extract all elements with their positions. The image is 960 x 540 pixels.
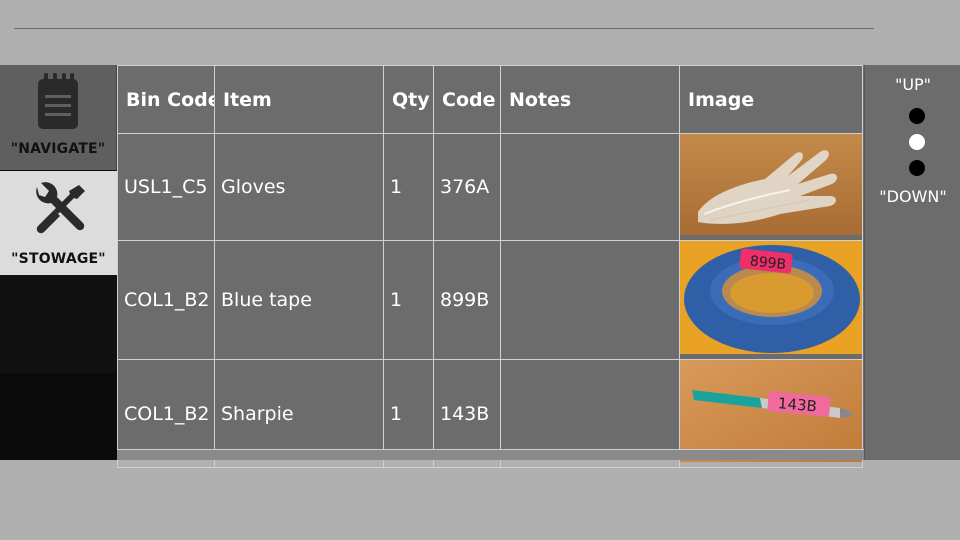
cell-item: Gloves bbox=[214, 133, 384, 241]
cell-item: Blue tape bbox=[214, 240, 384, 360]
cell-notes bbox=[500, 240, 680, 360]
table-footer-strip bbox=[117, 449, 864, 460]
sidebar-empty-slot bbox=[0, 275, 117, 373]
column-header-item[interactable]: Item bbox=[214, 65, 384, 134]
cell-image bbox=[679, 133, 863, 241]
sidebar-empty-slot bbox=[0, 374, 117, 460]
cell-code: 376A bbox=[433, 133, 501, 241]
cell-bin-code: COL1_B2 bbox=[117, 240, 215, 360]
stowage-table-container: Bin Code Item Qty Code Notes Image USL1_… bbox=[117, 65, 864, 468]
page-indicator-dot[interactable] bbox=[909, 160, 925, 176]
scroll-control-panel: "UP" "DOWN" bbox=[864, 65, 960, 460]
scroll-down-label[interactable]: "DOWN" bbox=[865, 187, 960, 206]
sharpie-tag-text: 143B bbox=[777, 394, 817, 415]
cell-notes bbox=[500, 133, 680, 241]
cell-qty: 1 bbox=[383, 240, 434, 360]
tools-icon bbox=[29, 181, 89, 245]
notepad-icon bbox=[34, 71, 82, 135]
page-indicator-dot-active[interactable] bbox=[909, 134, 925, 150]
cell-image: 899B bbox=[679, 240, 863, 360]
page-indicator-dot[interactable] bbox=[909, 108, 925, 124]
column-header-qty[interactable]: Qty bbox=[383, 65, 434, 134]
stowage-button[interactable]: "STOWAGE" bbox=[0, 171, 117, 275]
sidebar: "NAVIGATE" "STOWAGE" bbox=[0, 65, 117, 460]
column-header-code[interactable]: Code bbox=[433, 65, 501, 134]
cell-qty: 1 bbox=[383, 133, 434, 241]
column-header-bin-code[interactable]: Bin Code bbox=[117, 65, 215, 134]
gloves-photo bbox=[680, 134, 862, 235]
scroll-up-label[interactable]: "UP" bbox=[865, 75, 960, 94]
navigate-label: "NAVIGATE" bbox=[10, 141, 106, 157]
main-panel: "NAVIGATE" "STOWAGE" Bin Code Item Qty C… bbox=[0, 65, 960, 468]
sharpie-photo: 143B bbox=[680, 360, 862, 462]
table-header-row: Bin Code Item Qty Code Notes Image bbox=[117, 65, 863, 134]
table-row[interactable]: USL1_C5 Gloves 1 376A bbox=[117, 133, 863, 241]
stowage-table: Bin Code Item Qty Code Notes Image USL1_… bbox=[117, 65, 863, 468]
blue-tape-photo: 899B bbox=[680, 241, 862, 354]
cell-bin-code: USL1_C5 bbox=[117, 133, 215, 241]
column-header-image[interactable]: Image bbox=[679, 65, 863, 134]
top-divider bbox=[14, 28, 874, 29]
column-header-notes[interactable]: Notes bbox=[500, 65, 680, 134]
stowage-label: "STOWAGE" bbox=[11, 251, 106, 267]
cell-code: 899B bbox=[433, 240, 501, 360]
table-row[interactable]: COL1_B2 Blue tape 1 899B 899B bbox=[117, 240, 863, 360]
navigate-button[interactable]: "NAVIGATE" bbox=[0, 65, 117, 170]
